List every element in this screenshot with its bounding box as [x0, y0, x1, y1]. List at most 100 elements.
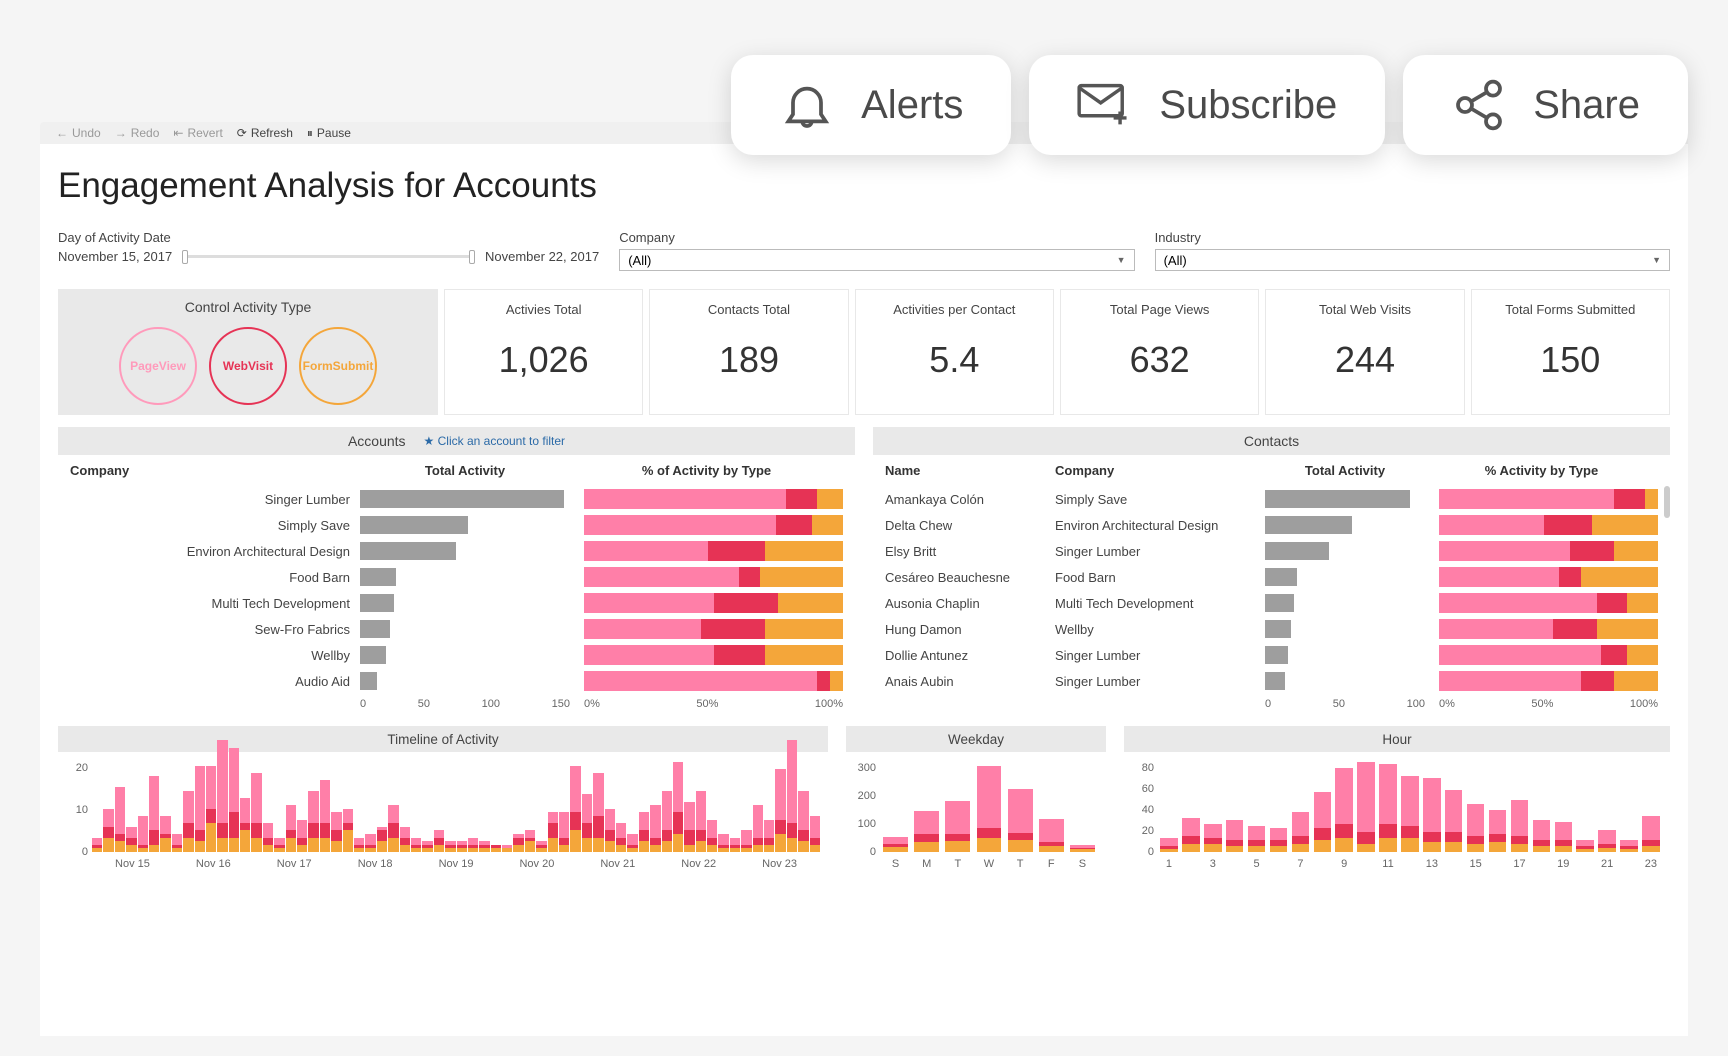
subscribe-button[interactable]: Subscribe: [1029, 55, 1385, 155]
chart-bar: [810, 816, 820, 852]
date-range-slider[interactable]: November 15, 2017 November 22, 2017: [58, 249, 599, 264]
alerts-button[interactable]: Alerts: [731, 55, 1011, 155]
chart-bar: [115, 787, 125, 852]
chart-bar: [1574, 840, 1596, 852]
chart-bar: [1355, 762, 1377, 852]
contact-name: Elsy Britt: [885, 544, 1055, 559]
chart-bar: [684, 802, 694, 852]
industry-dropdown[interactable]: (All) ▼: [1155, 249, 1670, 271]
chart-bar: [160, 816, 170, 852]
chart-bar: [616, 823, 626, 852]
chart-bar: [1487, 810, 1509, 852]
subscribe-label: Subscribe: [1159, 83, 1337, 128]
chart-bar: [513, 834, 523, 852]
chart-bar: [1005, 789, 1036, 852]
kpi-label: Total Forms Submitted: [1480, 302, 1661, 317]
table-row[interactable]: Amankaya Colón Simply Save: [873, 486, 1670, 512]
chart-bar: [103, 809, 113, 852]
kpi-card: Total Forms Submitted 150: [1471, 289, 1670, 415]
contacts-header: Contacts: [873, 427, 1670, 455]
total-activity-bar: [1265, 567, 1425, 587]
kpi-value: 632: [1069, 339, 1250, 381]
chart-bar: [718, 834, 728, 852]
share-icon: [1451, 77, 1507, 133]
activity-type-bar: [584, 645, 843, 665]
table-row[interactable]: Wellby: [58, 642, 855, 668]
hour-chart: Hour 806040200 1357911131517192123: [1124, 726, 1670, 882]
table-row[interactable]: Anais Aubin Singer Lumber: [873, 668, 1670, 694]
activity-type-bar: [584, 489, 843, 509]
slider-handle-start[interactable]: [182, 250, 188, 264]
table-row[interactable]: Simply Save: [58, 512, 855, 538]
revert-button[interactable]: ⇤Revert: [173, 126, 222, 140]
kpi-value: 5.4: [864, 339, 1045, 381]
redo-button[interactable]: →Redo: [115, 126, 160, 140]
date-end: November 22, 2017: [485, 249, 599, 264]
chart-bar: [138, 816, 148, 852]
table-row[interactable]: Audio Aid: [58, 668, 855, 694]
formsubmit-toggle[interactable]: FormSubmit: [299, 327, 377, 405]
table-row[interactable]: Cesáreo Beauchesne Food Barn: [873, 564, 1670, 590]
webvisit-toggle[interactable]: WebVisit: [209, 327, 287, 405]
table-row[interactable]: Dollie Antunez Singer Lumber: [873, 642, 1670, 668]
kpi-card: Total Page Views632: [1060, 289, 1259, 415]
refresh-icon: ⟳: [237, 126, 247, 140]
slider-handle-end[interactable]: [469, 250, 475, 264]
undo-button[interactable]: ←Undo: [56, 126, 101, 140]
company-filter-label: Company: [619, 230, 1134, 245]
chart-bar: [183, 791, 193, 852]
table-row[interactable]: Multi Tech Development: [58, 590, 855, 616]
chart-bar: [1158, 838, 1180, 852]
table-row[interactable]: Food Barn: [58, 564, 855, 590]
kpi-value: 150: [1480, 339, 1661, 381]
contact-company: Multi Tech Development: [1055, 596, 1265, 611]
contact-name: Amankaya Colón: [885, 492, 1055, 507]
activity-control-title: Control Activity Type: [68, 299, 428, 315]
chart-bar: [650, 805, 660, 852]
chart-bar: [707, 820, 717, 852]
chart-bar: [92, 838, 102, 852]
table-row[interactable]: Ausonia Chaplin Multi Tech Development: [873, 590, 1670, 616]
kpi-value: 189: [658, 339, 839, 381]
pause-button[interactable]: ⏸Pause: [307, 126, 351, 141]
kpi-label: Activities per Contact: [864, 302, 1045, 317]
chart-bar: [627, 834, 637, 852]
activity-type-bar: [584, 619, 843, 639]
chart-bar: [764, 820, 774, 852]
chart-bar: [1268, 828, 1290, 852]
total-activity-bar: [360, 593, 570, 613]
contact-name: Anais Aubin: [885, 674, 1055, 689]
contact-company: Simply Save: [1055, 492, 1265, 507]
table-row[interactable]: Singer Lumber: [58, 486, 855, 512]
pageview-toggle[interactable]: PageView: [119, 327, 197, 405]
slider-track[interactable]: [182, 255, 475, 258]
contact-company: Food Barn: [1055, 570, 1265, 585]
total-activity-bar: [1265, 541, 1425, 561]
refresh-button[interactable]: ⟳Refresh: [237, 126, 293, 140]
chart-bar: [911, 811, 942, 852]
table-row[interactable]: Sew-Fro Fabrics: [58, 616, 855, 642]
chart-bar: [536, 841, 546, 852]
table-row[interactable]: Environ Architectural Design: [58, 538, 855, 564]
total-activity-bar: [1265, 645, 1425, 665]
company-dropdown[interactable]: (All) ▼: [619, 249, 1134, 271]
scrollbar-thumb[interactable]: [1664, 486, 1670, 518]
chart-bar: [1036, 819, 1067, 852]
activity-type-bar: [584, 541, 843, 561]
table-row[interactable]: Elsy Britt Singer Lumber: [873, 538, 1670, 564]
chart-bar: [1067, 845, 1098, 852]
chart-bar: [331, 812, 341, 852]
chart-bar: [502, 845, 512, 852]
table-row[interactable]: Hung Damon Wellby: [873, 616, 1670, 642]
mail-plus-icon: [1077, 77, 1133, 133]
kpi-card: Activies Total1,026: [444, 289, 643, 415]
chart-bar: [942, 801, 973, 852]
kpi-card: Total Web Visits244: [1265, 289, 1464, 415]
total-activity-bar: [360, 515, 570, 535]
table-row[interactable]: Delta Chew Environ Architectural Design: [873, 512, 1670, 538]
activity-type-bar: [1439, 515, 1658, 535]
account-name: Simply Save: [70, 518, 360, 533]
chart-bar: [1640, 816, 1662, 852]
chart-bar: [1421, 778, 1443, 852]
share-button[interactable]: Share: [1403, 55, 1688, 155]
